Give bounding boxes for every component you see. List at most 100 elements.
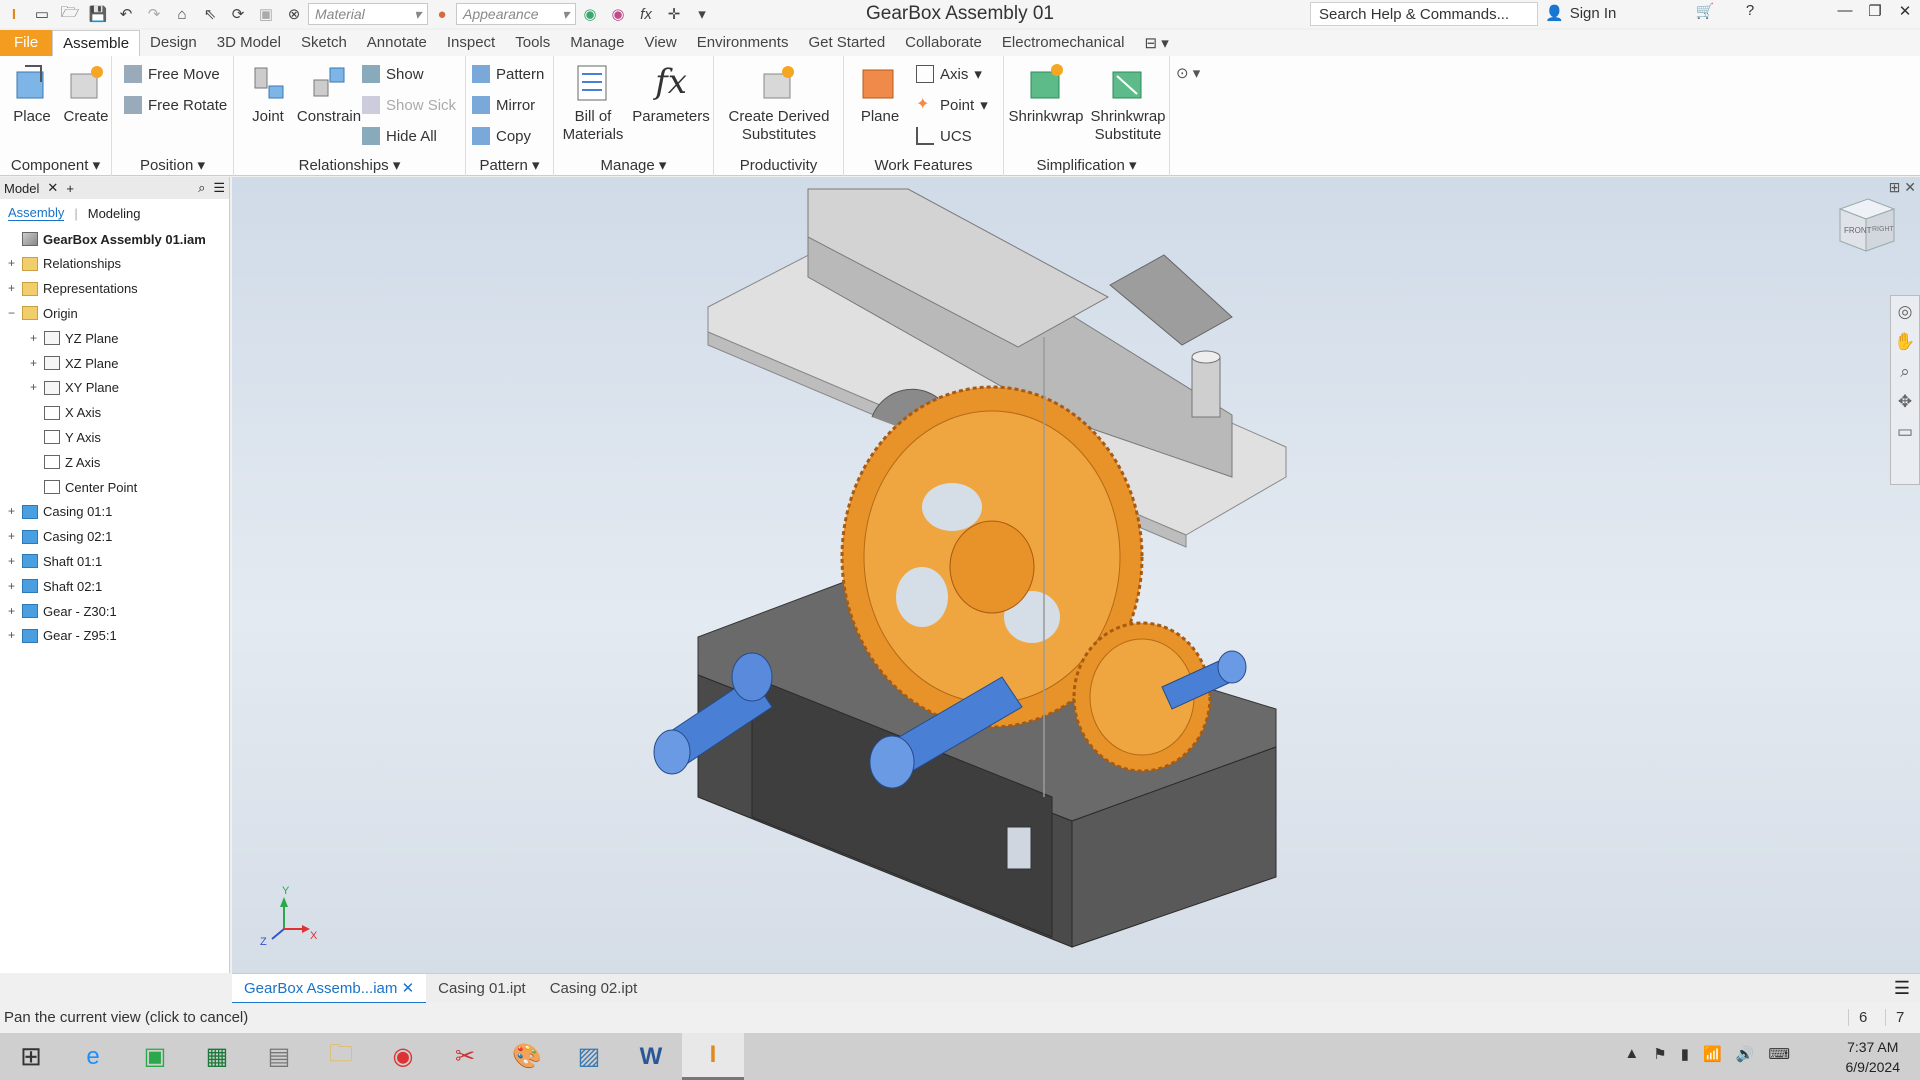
tray-chevron-icon[interactable]: ▲ [1624,1045,1639,1063]
tree-item[interactable]: + XZ Plane [28,351,119,375]
minimize-button[interactable]: — [1830,2,1860,26]
expand-icon[interactable]: + [6,605,17,617]
tray-battery-icon[interactable]: ▮ [1681,1045,1689,1063]
ribbon-extra-dropdown[interactable]: ⊙ ▾ [1176,64,1200,82]
clear-appearance-icon[interactable]: ◉ [607,3,629,25]
show-button[interactable]: Show [362,62,424,86]
tab-electromechanical[interactable]: Electromechanical [992,30,1135,56]
expand-icon[interactable]: + [6,257,17,269]
view-cube[interactable]: FRONT RIGHT [1832,191,1898,257]
tree-item[interactable]: + Gear - Z95:1 [6,624,117,648]
create-component-button[interactable]: Create [56,62,116,125]
tab-tools[interactable]: Tools [505,30,560,56]
close-button[interactable]: ✕ [1890,2,1920,26]
relationships-group-label[interactable]: Relationships ▾ [234,156,465,174]
expand-icon[interactable]: + [6,580,17,592]
expand-icon[interactable]: + [28,332,39,344]
copy-button[interactable]: Copy [472,124,531,148]
create-derived-substitutes-button[interactable]: Create Derived Substitutes [724,62,834,144]
tray-flag-icon[interactable]: ⚑ [1653,1045,1666,1063]
expand-icon[interactable]: + [6,555,17,567]
collapse-icon[interactable]: − [6,307,17,319]
calculator-icon[interactable]: ▤ [248,1033,310,1080]
doc-tab-casing01[interactable]: Casing 01.ipt [426,974,538,1004]
doc-tabs-menu-icon[interactable]: ☰ [1894,978,1910,999]
tree-item[interactable]: + XY Plane [28,376,119,400]
shrinkwrap-button[interactable]: Shrinkwrap [1006,62,1086,125]
tab-assemble[interactable]: Assemble [52,30,141,56]
redo-icon[interactable]: ↷ [143,3,165,25]
expand-icon[interactable]: + [28,357,39,369]
chrome-icon[interactable]: ◉ [372,1033,434,1080]
free-rotate-button[interactable]: Free Rotate [124,93,227,117]
customize-dropdown-icon[interactable]: ▾ [691,3,713,25]
axis-button[interactable]: Axis ▾ [916,62,982,86]
tree-item[interactable]: + Casing 01:1 [6,500,112,524]
ucs-button[interactable]: UCS [916,124,972,148]
expand-icon[interactable]: + [28,381,39,393]
steering-wheel-icon[interactable]: ◎ [1898,302,1913,322]
tree-item[interactable]: + Representations [6,277,138,301]
mirror-button[interactable]: Mirror [472,93,535,117]
expand-icon[interactable]: + [6,629,17,641]
undo-icon[interactable]: ↶ [115,3,137,25]
material-combo[interactable]: Material ▾ [308,3,428,25]
spreadsheet-icon[interactable]: ▦ [186,1033,248,1080]
tree-item[interactable]: Z Axis [28,450,100,474]
menu-icon[interactable]: ☰ [213,180,225,196]
shrinkwrap-substitute-button[interactable]: Shrinkwrap Substitute [1088,62,1168,144]
zoom-icon[interactable]: ⌕ [1900,362,1910,382]
tree-item[interactable]: Center Point [28,475,137,499]
tab-collaborate[interactable]: Collaborate [895,30,992,56]
maximize-view-icon[interactable]: ⊞ [1889,179,1901,195]
tree-item[interactable]: + Relationships [6,252,121,276]
doc-tab-casing02[interactable]: Casing 02.ipt [538,974,650,1004]
plus-icon[interactable]: ✛ [663,3,685,25]
tab-manage[interactable]: Manage [560,30,634,56]
tree-item[interactable]: + Gear - Z30:1 [6,599,117,623]
document-icon[interactable]: ▣ [255,3,277,25]
pattern-group-label[interactable]: Pattern ▾ [466,156,553,174]
close-view-icon[interactable]: ✕ [1904,179,1916,195]
ribbon-display-options-icon[interactable]: ⊟ ▾ [1134,30,1178,56]
search-icon[interactable]: ⌕ [198,180,205,196]
expand-icon[interactable]: + [6,530,17,542]
parameters-button[interactable]: fx Parameters [630,62,712,125]
start-button[interactable]: ⊞ [0,1033,62,1080]
pattern-button[interactable]: Pattern [472,62,544,86]
internet-explorer-icon[interactable]: e [62,1033,124,1080]
tab-annotate[interactable]: Annotate [357,30,437,56]
open-file-icon[interactable]: 🗁 [59,3,81,25]
tree-item[interactable]: X Axis [28,401,101,425]
tab-inspect[interactable]: Inspect [437,30,505,56]
update-icon[interactable]: ⟳ [227,3,249,25]
add-browser-icon[interactable]: + [66,181,74,196]
3d-viewport[interactable]: X Y Z FRONT RIGHT ◎ ✋ ⌕ ✥ ▭ ⊞ ✕ [232,177,1920,973]
tray-volume-icon[interactable]: 🔊 [1736,1045,1755,1063]
plane-button[interactable]: Plane [850,62,910,125]
close-browser-icon[interactable]: ✕ [47,180,58,196]
show-sick-button[interactable]: Show Sick [362,93,456,117]
tree-item[interactable]: + Casing 02:1 [6,525,112,549]
cart-icon[interactable]: 🛒 [1690,2,1720,26]
component-group-label[interactable]: Component ▾ [0,156,111,174]
tree-item[interactable]: Y Axis [28,425,101,449]
tree-item[interactable]: GearBox Assembly 01.iam [6,227,206,251]
doc-tab-gearbox[interactable]: GearBox Assemb...iam ✕ [232,973,427,1004]
taskbar-clock[interactable]: 7:37 AM 6/9/2024 [1846,1037,1901,1077]
constrain-button[interactable]: Constrain [294,62,364,125]
tab-assembly[interactable]: Assembly [8,205,65,221]
tab-sketch[interactable]: Sketch [291,30,357,56]
restore-button[interactable]: ❐ [1860,2,1890,26]
tab-get-started[interactable]: Get Started [798,30,895,56]
paint-icon[interactable]: 🎨 [496,1033,558,1080]
tab-modeling[interactable]: Modeling [88,206,141,221]
look-at-icon[interactable]: ▭ [1897,422,1913,442]
tray-language-icon[interactable]: ⌨ [1768,1045,1790,1063]
inventor-taskbar-icon[interactable]: I [682,1033,744,1080]
tab-3d-model[interactable]: 3D Model [207,30,291,56]
hide-all-button[interactable]: Hide All [362,124,437,148]
help-icon[interactable]: ? [1735,2,1765,26]
appearance-combo[interactable]: Appearance ▾ [456,3,576,25]
tree-item[interactable]: + Shaft 02:1 [6,574,102,598]
